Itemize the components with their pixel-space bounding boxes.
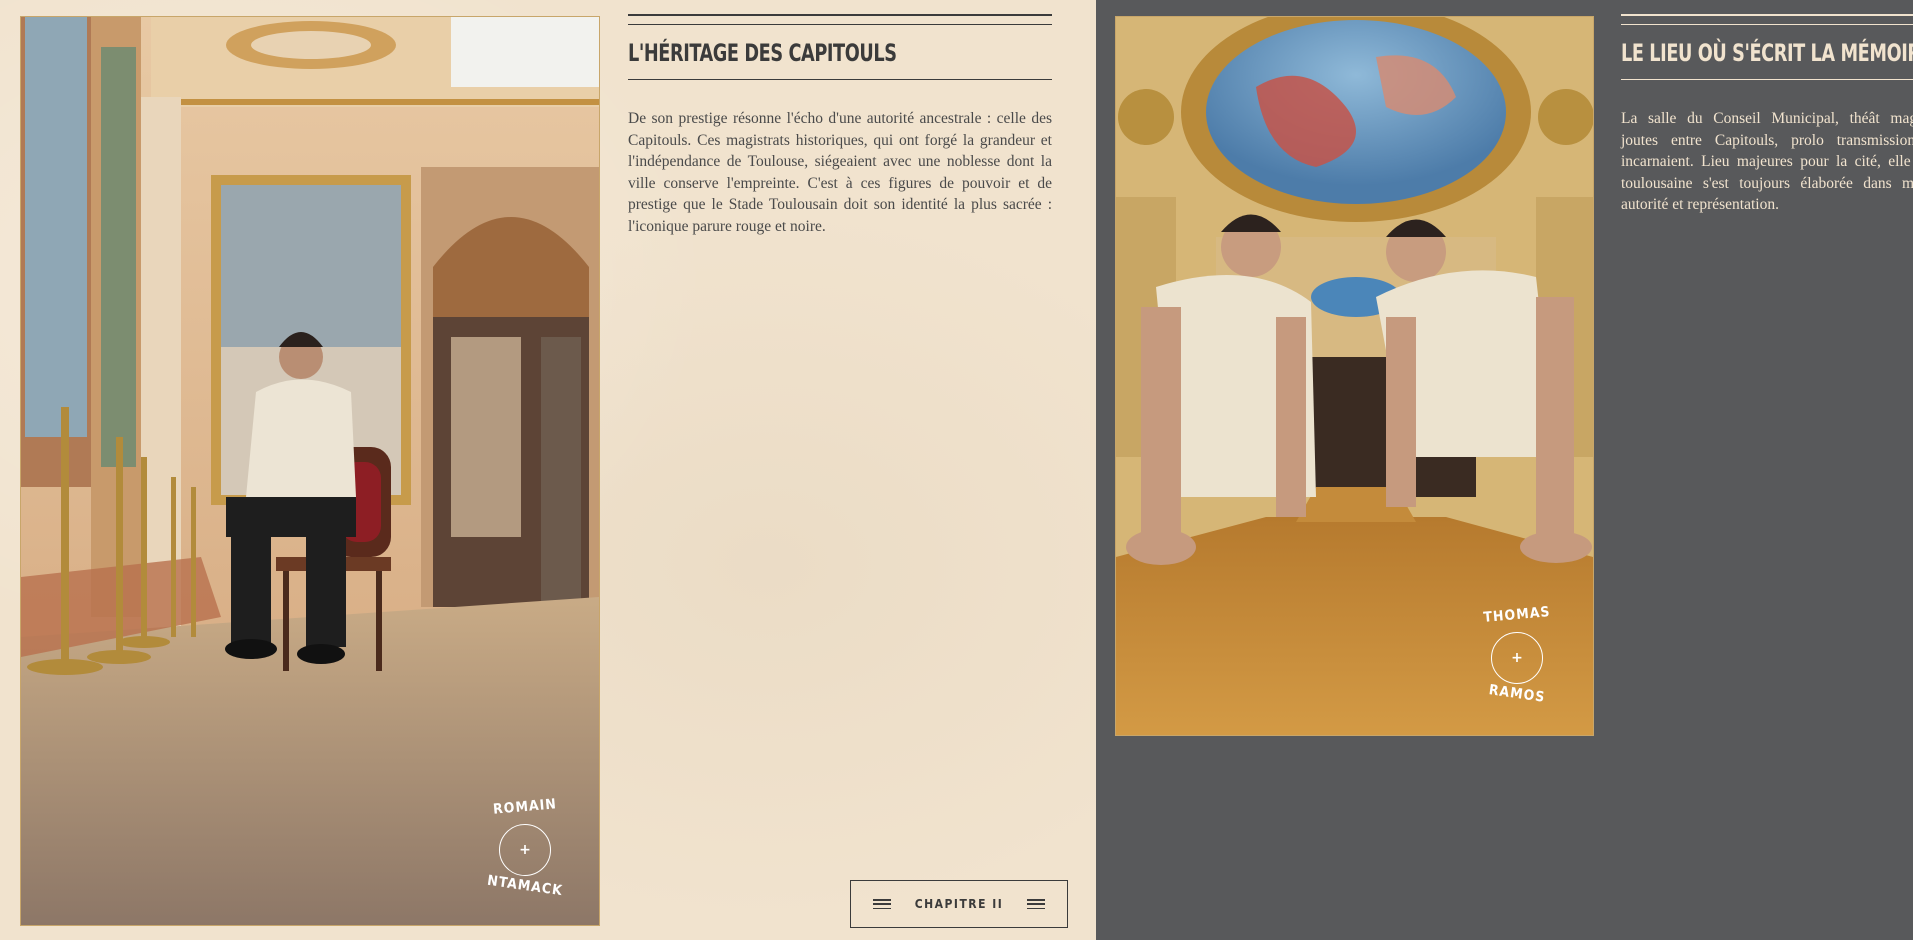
plus-icon[interactable]: + bbox=[499, 824, 551, 876]
player-badge-romain-ntamack[interactable]: ROMAIN + NTAMACK bbox=[470, 795, 580, 905]
divider bbox=[1621, 14, 1913, 16]
page: ROMAIN + NTAMACK L'HÉRITAGE DES CAPITOUL… bbox=[0, 0, 1913, 940]
menu-lines-icon bbox=[873, 899, 891, 909]
menu-lines-icon bbox=[1026, 899, 1045, 909]
divider bbox=[1621, 24, 1913, 25]
section-body: De son prestige résonne l'écho d'une aut… bbox=[628, 110, 1052, 235]
plus-icon[interactable]: + bbox=[1491, 632, 1543, 684]
section-heritage: L'HÉRITAGE DES CAPITOULS De son prestige… bbox=[628, 14, 1052, 237]
divider bbox=[628, 24, 1052, 25]
divider bbox=[628, 14, 1052, 16]
section-title: L'HÉRITAGE DES CAPITOULS bbox=[628, 39, 897, 67]
section-body: La salle du Conseil Municipal, théât mag… bbox=[1621, 110, 1913, 213]
chapter-nav-button[interactable]: CHAPITRE II bbox=[850, 880, 1068, 928]
divider bbox=[628, 79, 1052, 80]
hall-photo bbox=[21, 17, 599, 925]
player-badge-thomas-ramos[interactable]: THOMAS + RAMOS bbox=[1462, 603, 1572, 713]
chapter-label: CHAPITRE II bbox=[914, 897, 1004, 911]
section-memory: LE LIEU OÙ S'ÉCRIT LA MÉMOIR La salle du… bbox=[1621, 14, 1913, 216]
photo-romain-ntamack bbox=[20, 16, 600, 926]
divider bbox=[1621, 79, 1913, 80]
player-first-name: THOMAS bbox=[1482, 604, 1552, 626]
player-first-name: ROMAIN bbox=[492, 796, 558, 818]
section-title: LE LIEU OÙ S'ÉCRIT LA MÉMOIR bbox=[1621, 39, 1913, 67]
